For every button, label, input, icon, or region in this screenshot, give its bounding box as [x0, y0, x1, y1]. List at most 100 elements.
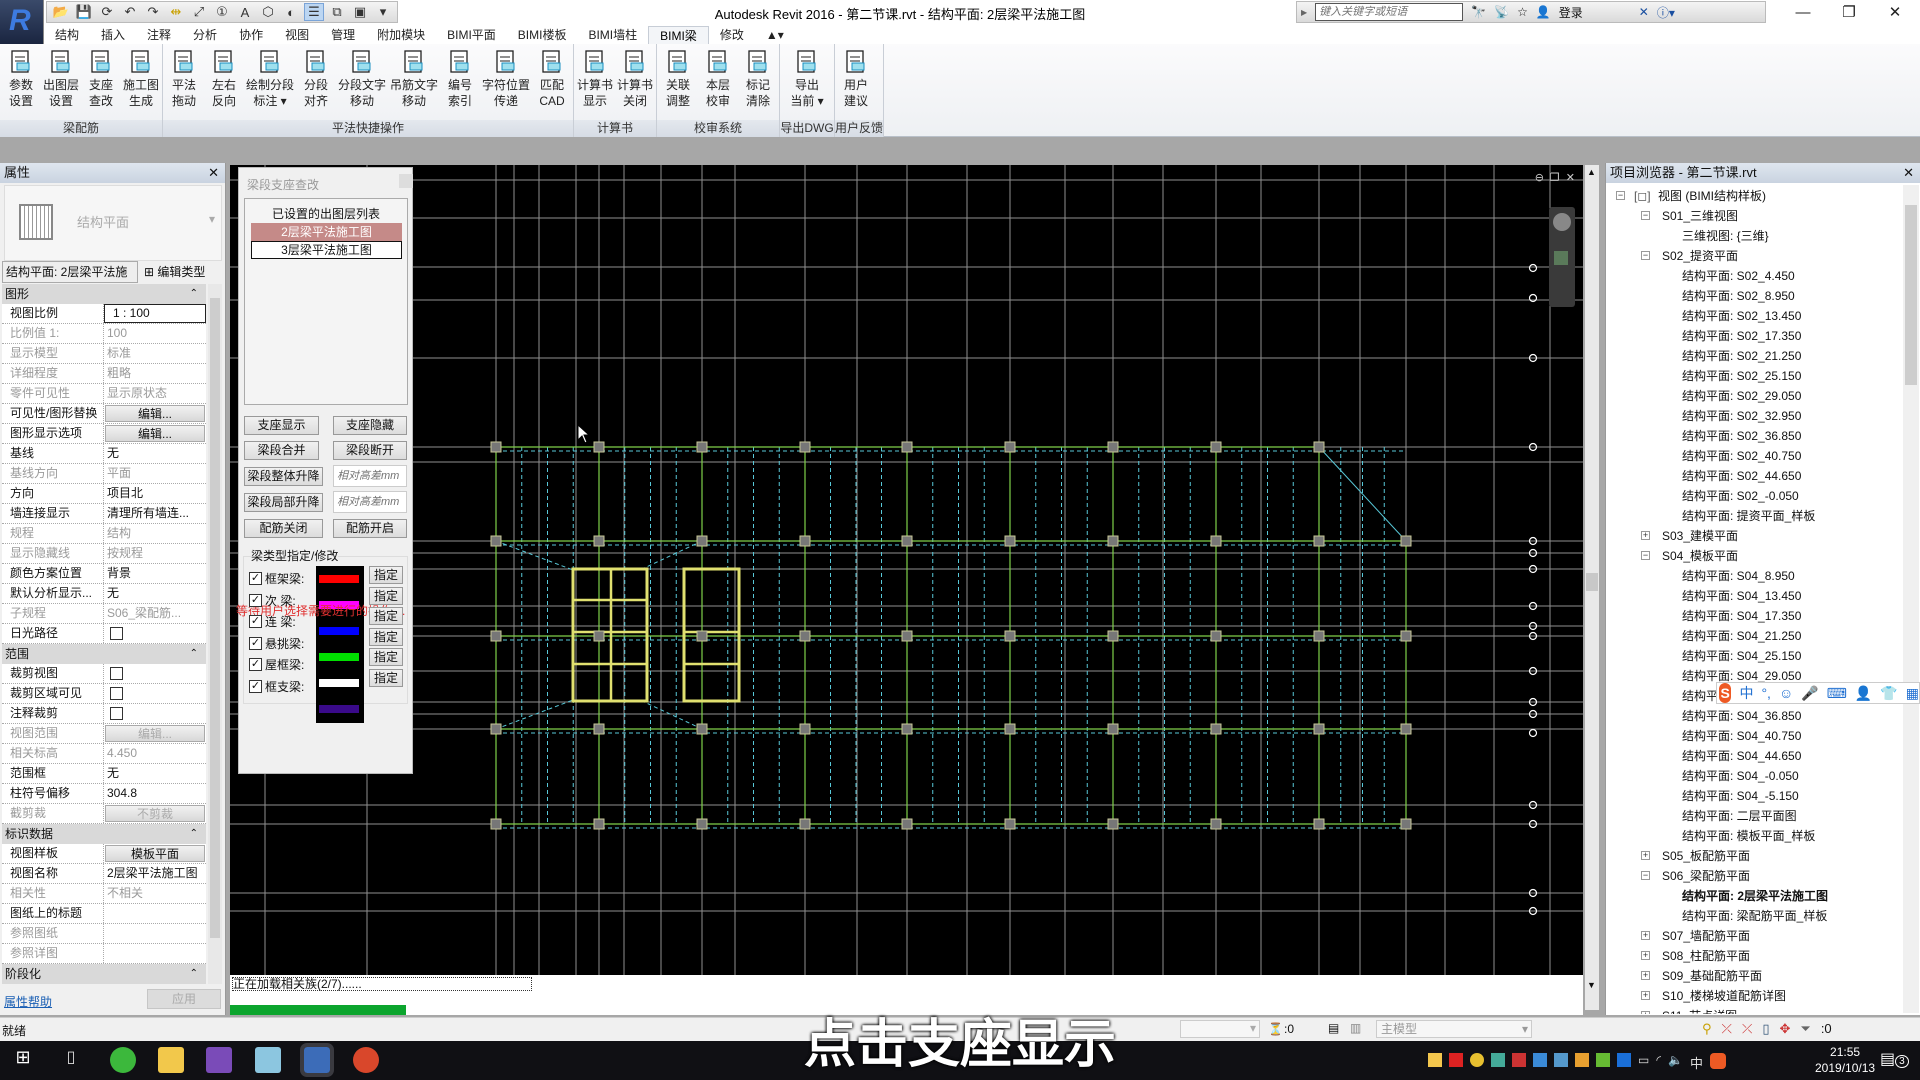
view-close-icon[interactable]: ✕ [1566, 171, 1575, 184]
tree-item[interactable]: − S06_梁配筋平面 [1610, 866, 1900, 886]
tree-item[interactable]: 结构平面: S02_-0.050 [1610, 486, 1900, 506]
open-icon[interactable]: 📂 [51, 3, 71, 21]
switch-windows-icon[interactable]: ▣ [350, 3, 370, 21]
microphone-icon[interactable]: 🎤 [1801, 685, 1818, 702]
scroll-up-icon[interactable]: ▲ [1587, 167, 1596, 177]
property-value[interactable]: 2层梁平法施工图 [104, 864, 206, 883]
collapse-icon[interactable]: − [1641, 211, 1650, 220]
customize-qat-icon[interactable]: ▾ [373, 3, 393, 21]
bluetooth-icon[interactable] [1617, 1053, 1631, 1067]
select-underlay-icon[interactable]: ⤫ [1722, 1021, 1732, 1037]
checkbox[interactable]: ✓ [249, 572, 262, 585]
tree-item[interactable]: 结构平面: S02_44.650 [1610, 466, 1900, 486]
tree-item[interactable]: 结构平面: S02_32.950 [1610, 406, 1900, 426]
tab-11[interactable]: BIMI梁 [648, 26, 709, 44]
security-icon[interactable] [1512, 1053, 1526, 1067]
ribbon-button-0-1[interactable]: 出图层 设置 [41, 46, 81, 120]
punctuation-toggle[interactable]: °, [1761, 685, 1771, 701]
file-explorer-icon[interactable] [158, 1047, 184, 1073]
save-icon[interactable]: 💾 [74, 3, 94, 21]
tab-10[interactable]: BIMI墙柱 [577, 26, 648, 44]
tree-item[interactable]: 结构平面: S04_-0.050 [1610, 766, 1900, 786]
select-pinned-icon[interactable]: ⤫ [1742, 1021, 1752, 1037]
view-scrollbar[interactable]: ▲ ▼ [1585, 165, 1599, 1010]
property-value[interactable]: 清理所有墙连... [104, 504, 206, 523]
tree-item[interactable]: 结构平面: S04_13.450 [1610, 586, 1900, 606]
notification-center-icon[interactable]: ▤ 3 [1880, 1049, 1909, 1069]
property-value[interactable]: 无 [104, 444, 206, 463]
tray-icon[interactable] [1491, 1053, 1505, 1067]
tree-item[interactable]: + S03_建模平面 [1610, 526, 1900, 546]
section-icon[interactable]: ◐ [281, 3, 301, 21]
tree-item[interactable]: 结构平面: 梁配筋平面_样板 [1610, 906, 1900, 926]
clock[interactable]: 21:55 2019/10/13 [1815, 1044, 1875, 1076]
tab-5[interactable]: 视图 [274, 26, 320, 44]
network-icon[interactable]: ▭ [1638, 1053, 1649, 1072]
tree-item[interactable]: − S02_提资平面 [1610, 246, 1900, 266]
text-icon[interactable]: A [235, 3, 255, 21]
ribbon-button-1-1[interactable]: 左右 反向 [204, 46, 244, 120]
expand-icon[interactable]: + [1641, 971, 1650, 980]
assign-button[interactable]: 指定 [369, 566, 403, 584]
property-edit-button[interactable]: 编辑... [105, 405, 205, 422]
search-input[interactable] [1315, 3, 1464, 21]
restore-button[interactable]: ❐ [1826, 0, 1872, 24]
drawing-area[interactable]: ⊖ ❐ ✕ [230, 165, 1583, 975]
tree-item[interactable]: + S08_柱配筋平面 [1610, 946, 1900, 966]
tab-3[interactable]: 分析 [182, 26, 228, 44]
assign-button[interactable]: 指定 [369, 648, 403, 666]
thin-lines-icon[interactable]: ☰ [304, 3, 324, 21]
property-edit-button[interactable]: 编辑... [105, 725, 205, 742]
workset-selector-left[interactable]: ▾ [1180, 1020, 1260, 1038]
expand-icon[interactable]: + [1641, 1011, 1650, 1014]
tree-item[interactable]: 结构平面: S02_13.450 [1610, 306, 1900, 326]
type-selector-preview[interactable]: 结构平面 ▾ [4, 185, 222, 261]
beam-type-checkbox[interactable]: ✓ 悬挑梁: [249, 635, 304, 652]
expand-icon[interactable]: + [1641, 851, 1650, 860]
tree-item[interactable]: − S04_模板平面 [1610, 546, 1900, 566]
tree-item[interactable]: 结构平面: 二层平面图 [1610, 806, 1900, 826]
subscription-icon[interactable]: 📡 [1494, 5, 1509, 19]
instance-filter-dropdown[interactable]: 结构平面: 2层梁平法施 [2, 261, 138, 283]
ribbon-button-1-7[interactable]: 字符位置 传递 [480, 46, 532, 120]
tree-item[interactable]: + S11_节点详图 [1610, 1006, 1900, 1014]
expand-arrow-icon[interactable]: ▶ [1301, 8, 1307, 17]
ime-mode-toggle[interactable]: 中 [1739, 683, 1753, 703]
tree-item[interactable]: 结构平面: 2层梁平法施工图 [1610, 886, 1900, 906]
ribbon-button-2-0[interactable]: 计算书 显示 [575, 46, 615, 120]
redo-icon[interactable]: ↷ [143, 3, 163, 21]
properties-scrollbar[interactable] [208, 284, 222, 984]
close-hidden-windows-icon[interactable]: ⧉ [327, 3, 347, 21]
tray-icon[interactable] [1533, 1053, 1547, 1067]
show-support-button[interactable]: 支座显示 [244, 416, 319, 435]
property-value[interactable] [104, 904, 206, 923]
checkbox[interactable]: ✓ [249, 658, 262, 671]
tray-icon[interactable] [1470, 1053, 1484, 1067]
volume-icon[interactable]: 🔈 [1668, 1053, 1683, 1072]
split-segment-button[interactable]: 梁段断开 [333, 441, 407, 460]
ribbon-button-3-2[interactable]: 标记 清除 [738, 46, 778, 120]
tree-item[interactable]: + S07_墙配筋平面 [1610, 926, 1900, 946]
tab-13[interactable]: ▲▾ [755, 26, 795, 44]
property-value[interactable] [104, 664, 206, 683]
app-icon[interactable] [255, 1047, 281, 1073]
tree-item[interactable]: 结构平面: S04_8.950 [1610, 566, 1900, 586]
skin-shirt-icon[interactable]: 👕 [1880, 685, 1897, 702]
property-value[interactable] [104, 704, 206, 723]
beam-type-checkbox[interactable]: ✓ 框架梁: [249, 570, 304, 587]
powerpoint-icon[interactable] [353, 1047, 379, 1073]
property-edit-button[interactable]: 模板平面 [105, 845, 205, 862]
checkbox[interactable]: ✓ [249, 636, 262, 650]
expand-icon[interactable]: + [1641, 931, 1650, 940]
property-group-header[interactable]: 标识数据 ⌃ [2, 824, 206, 844]
collapse-icon[interactable]: ⌃ [190, 824, 198, 844]
tab-2[interactable]: 注释 [136, 26, 182, 44]
property-value[interactable]: 无 [104, 584, 206, 603]
application-menu-button[interactable]: R [0, 0, 44, 44]
property-edit-button[interactable]: 不剪裁 [105, 805, 205, 822]
tray-icon[interactable] [1428, 1053, 1442, 1067]
tree-item[interactable]: 结构平面: S04_-5.150 [1610, 786, 1900, 806]
select-links-icon[interactable]: ⚲ [1702, 1021, 1712, 1037]
raise-part-button[interactable]: 梁段局部升降 [244, 493, 323, 512]
collapse-icon[interactable]: − [1616, 191, 1625, 200]
